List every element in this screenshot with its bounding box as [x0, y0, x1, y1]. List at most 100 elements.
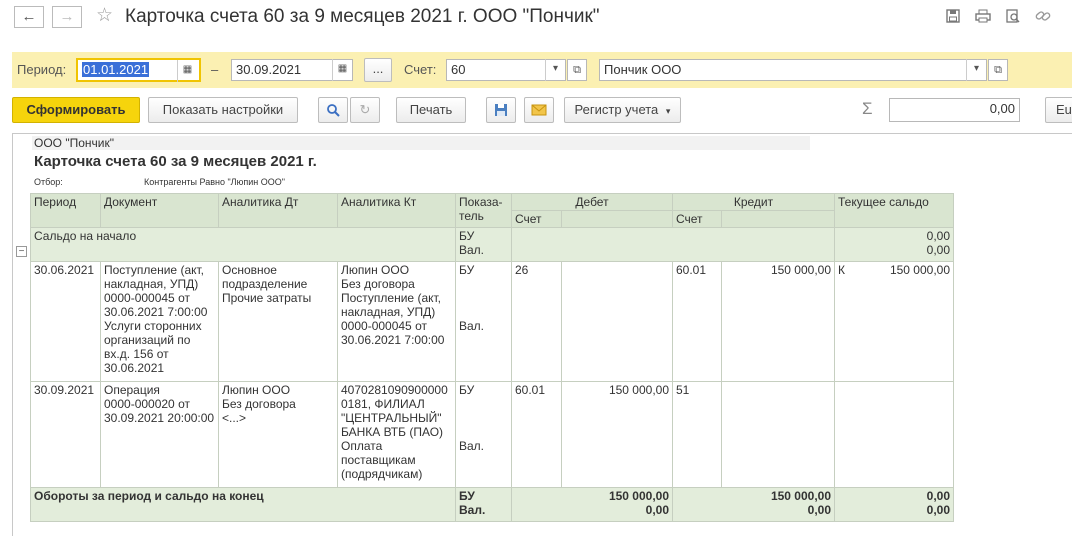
header-analytics-dt: Аналитика Дт [218, 193, 338, 228]
row-document: Поступление (акт, накладная, УПД) 0000-0… [100, 261, 219, 382]
period-label: Период: [17, 62, 67, 77]
chevron-down-icon: ▾ [665, 106, 671, 116]
row-debit-amount [561, 261, 673, 382]
back-button[interactable]: ← [14, 6, 44, 28]
account-field[interactable]: 60 ▾ [446, 59, 566, 81]
report-org-bar [32, 136, 810, 150]
header-document: Документ [100, 193, 219, 228]
calendar-icon[interactable]: ▦ [177, 60, 197, 82]
collapse-group-icon[interactable]: − [16, 246, 27, 257]
opening-empty [511, 227, 835, 262]
row-balance: К 150 000,00 [834, 261, 954, 382]
totals-label: Обороты за период и сальдо на конец [30, 487, 456, 522]
row-credit-amount: 150 000,00 [721, 261, 835, 382]
arrow-right-icon: → [59, 8, 75, 25]
search-button[interactable] [318, 97, 348, 123]
header-analytics-kt: Аналитика Кт [337, 193, 456, 228]
generate-button[interactable]: Сформировать [12, 97, 140, 123]
opening-indicator: БУ Вал. [455, 227, 512, 262]
date-from-field[interactable]: 01.01.2021 ▦ [76, 58, 201, 82]
organization-field[interactable]: Пончик ООО ▾ [599, 59, 987, 81]
save-icon [494, 104, 508, 120]
print-button[interactable]: Печать [396, 97, 466, 123]
forward-button[interactable]: → [52, 6, 82, 28]
table-row[interactable]: 30.09.2021 Операция 0000-000020 от 30.09… [30, 381, 954, 488]
row-indicator: БУ Вал. [455, 381, 512, 488]
opening-balance-label: Сальдо на начало [30, 227, 456, 262]
save-icon[interactable] [944, 9, 962, 27]
open-organization-icon[interactable]: ⧉ [988, 59, 1008, 81]
report-title: Карточка счета 60 за 9 месяцев 2021 г. [34, 153, 317, 170]
calendar-icon[interactable]: ▦ [332, 59, 352, 81]
row-balance [834, 381, 954, 488]
sum-icon: Σ [862, 99, 873, 118]
opening-balance-value: 0,00 0,00 [834, 227, 954, 262]
envelope-icon [531, 104, 547, 119]
totals-balance: 0,00 0,00 [834, 487, 954, 522]
row-analytics-kt: Люпин ООО Без договора Поступление (акт,… [337, 261, 456, 382]
totals-row[interactable]: Обороты за период и сальдо на конец БУ В… [30, 487, 954, 522]
row-document: Операция 0000-000020 от 30.09.2021 20:00… [100, 381, 219, 488]
header-indicator: Показа- тель [455, 193, 512, 228]
print-icon[interactable] [974, 9, 992, 27]
totals-credit: 150 000,00 0,00 [672, 487, 835, 522]
header-credit-account: Счет [672, 210, 722, 228]
date-from-value: 01.01.2021 [82, 62, 150, 77]
accounting-register-label: Регистр учета [574, 102, 659, 117]
account-value: 60 [451, 62, 466, 77]
accounting-register-button[interactable]: Регистр учета ▾ [564, 97, 681, 123]
header-credit: Кредит [672, 193, 835, 211]
page-title: Карточка счета 60 за 9 месяцев 2021 г. О… [125, 6, 600, 27]
row-period: 30.09.2021 [30, 381, 101, 488]
cancel-search-icon: ↻ [359, 102, 371, 117]
row-credit-account: 51 [672, 381, 722, 488]
row-indicator: БУ Вал. [455, 261, 512, 382]
period-dash: – [211, 62, 219, 77]
report-sheet[interactable]: ООО "Пончик" Карточка счета 60 за 9 меся… [12, 133, 1072, 536]
row-credit-account: 60.01 [672, 261, 722, 382]
report-org: ООО "Пончик" [34, 136, 114, 150]
row-debit-account: 26 [511, 261, 562, 382]
header-debit-amount [561, 210, 673, 228]
row-analytics-dt: Люпин ООО Без договора <...> [218, 381, 338, 488]
totals-indicator: БУ Вал. [455, 487, 512, 522]
header-debit: Дебет [511, 193, 673, 211]
row-balance-side: К [838, 263, 845, 277]
preview-icon[interactable] [1004, 9, 1022, 27]
header-balance: Текущее сальдо [834, 193, 954, 228]
table-header-row: Период Документ Аналитика Дт Аналитика К… [30, 193, 954, 228]
dropdown-arrow-icon[interactable]: ▾ [545, 59, 565, 81]
totals-debit: 150 000,00 0,00 [511, 487, 673, 522]
row-period: 30.06.2021 [30, 261, 101, 382]
dropdown-arrow-icon[interactable]: ▾ [966, 59, 986, 81]
row-analytics-kt: 4070281090900000 0181, ФИЛИАЛ "ЦЕНТРАЛЬН… [337, 381, 456, 488]
more-button[interactable]: Eu [1045, 97, 1072, 123]
link-icon[interactable] [1034, 9, 1052, 27]
arrow-left-icon: ← [21, 8, 37, 25]
open-account-icon[interactable]: ⧉ [567, 59, 587, 81]
row-credit-amount [721, 381, 835, 488]
search-icon [326, 104, 340, 120]
date-to-value: 30.09.2021 [236, 62, 302, 77]
row-debit-account: 60.01 [511, 381, 562, 488]
account-label: Счет: [404, 62, 437, 77]
sum-field: 0,00 [889, 98, 1020, 122]
table-row[interactable]: 30.06.2021 Поступление (акт, накладная, … [30, 261, 954, 382]
header-credit-amount [721, 210, 835, 228]
send-email-button[interactable] [524, 97, 554, 123]
header-period: Период [30, 193, 101, 228]
row-analytics-dt: Основное подразделение Прочие затраты [218, 261, 338, 382]
opening-balance-row[interactable]: Сальдо на начало БУ Вал. 0,00 0,00 [30, 227, 954, 262]
row-balance-amount: 150 000,00 [889, 263, 950, 277]
cancel-search-button[interactable]: ↻ [350, 97, 380, 123]
favorite-star-icon[interactable]: ☆ [96, 4, 113, 27]
header-debit-account: Счет [511, 210, 562, 228]
date-to-field[interactable]: 30.09.2021 ▦ [231, 59, 353, 81]
show-settings-button[interactable]: Показать настройки [148, 97, 298, 123]
organization-value: Пончик ООО [604, 62, 682, 77]
save-button[interactable] [486, 97, 516, 123]
filter-value: Контрагенты Равно "Люпин ООО" [144, 177, 285, 187]
period-select-button[interactable]: ... [364, 58, 392, 82]
filter-label: Отбор: [34, 177, 63, 187]
report-table: Период Документ Аналитика Дт Аналитика К… [30, 193, 954, 522]
